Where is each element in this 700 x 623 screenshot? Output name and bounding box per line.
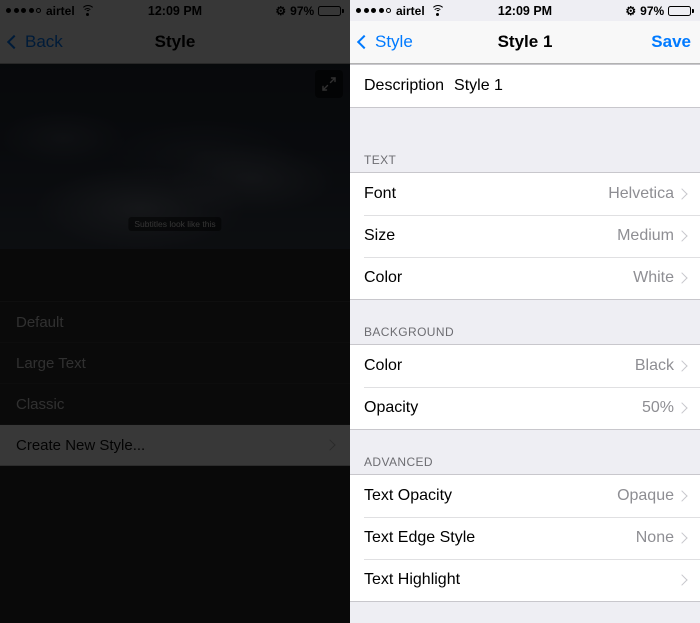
video-preview[interactable]: Subtitles look like this <box>0 64 350 249</box>
battery-icon <box>668 5 694 16</box>
row-font[interactable]: Font Helvetica <box>350 173 700 215</box>
style-list-item-default[interactable]: Default <box>0 302 350 343</box>
row-value: White <box>633 269 674 286</box>
bluetooth-icon: ⚙ <box>275 3 287 18</box>
style-list-item-classic[interactable]: Classic <box>0 384 350 425</box>
row-value: Opaque <box>617 487 674 504</box>
row-label: Text Highlight <box>364 571 461 588</box>
chevron-right-icon <box>676 532 688 544</box>
chevron-right-icon <box>676 230 688 242</box>
description-group: Description Style 1 <box>350 64 700 108</box>
save-button[interactable]: Save <box>651 32 691 52</box>
style-item-label: Large Text <box>16 354 86 372</box>
row-label: Text Edge Style <box>364 529 476 546</box>
expand-icon[interactable] <box>315 70 343 98</box>
row-text-edge-style[interactable]: Text Edge Style None <box>350 517 700 559</box>
expand-arrows-icon <box>322 77 336 91</box>
left-status-bar: airtel 12:09 PM ⚙ 97% <box>0 0 350 21</box>
left-status-right: ⚙ 97% <box>275 4 344 18</box>
style-list-item-create-new-style[interactable]: Create New Style... <box>0 425 350 466</box>
bluetooth-icon: ⚙ <box>625 3 637 18</box>
row-value: Black <box>634 357 674 374</box>
section-header-background: BACKGROUND <box>350 300 700 344</box>
chevron-left-icon <box>6 34 22 50</box>
row-label: Font <box>364 185 397 202</box>
row-label: Size <box>364 227 396 244</box>
right-phone-panel: airtel 12:09 PM ⚙ 97% Style Style 1 Save <box>350 0 700 623</box>
battery-percent-label: 97% <box>640 3 665 18</box>
row-value: Helvetica <box>608 185 674 202</box>
chevron-right-icon <box>676 574 688 586</box>
subtitle-preview-text: Subtitles look like this <box>128 217 222 231</box>
section-header-advanced: ADVANCED <box>350 430 700 474</box>
chevron-right-icon <box>676 402 688 414</box>
preview-spacer <box>0 249 350 301</box>
style-list: Default Large Text Classic Create New St… <box>0 301 350 466</box>
background-settings-group: Color Black Opacity 50% <box>350 344 700 430</box>
right-status-right: ⚙ 97% <box>625 4 694 18</box>
chevron-right-icon <box>676 360 688 372</box>
section-gap <box>350 108 700 128</box>
section-header-text: TEXT <box>350 128 700 172</box>
dual-phone-screenshot: airtel 12:09 PM ⚙ 97% Back Style Subtitl… <box>0 0 700 623</box>
back-button[interactable]: Back <box>6 32 63 52</box>
row-label: Text Opacity <box>364 487 453 504</box>
chevron-right-icon <box>324 439 336 451</box>
back-button[interactable]: Style <box>356 32 413 52</box>
row-label: Color <box>364 269 403 286</box>
description-input[interactable]: Style 1 <box>454 77 503 95</box>
chevron-left-icon <box>356 34 372 50</box>
back-button-label: Style <box>375 32 413 51</box>
row-background-opacity[interactable]: Opacity 50% <box>350 387 700 429</box>
text-settings-group: Font Helvetica Size Medium Color White <box>350 172 700 300</box>
row-background-color[interactable]: Color Black <box>350 345 700 387</box>
left-nav-bar: Back Style <box>0 21 350 64</box>
row-label: Color <box>364 357 403 374</box>
battery-icon <box>318 5 344 16</box>
description-row[interactable]: Description Style 1 <box>350 65 700 107</box>
chevron-right-icon <box>676 272 688 284</box>
left-phone-panel: airtel 12:09 PM ⚙ 97% Back Style Subtitl… <box>0 0 350 623</box>
row-text-highlight[interactable]: Text Highlight <box>350 559 700 601</box>
row-value: Medium <box>617 227 674 244</box>
row-text-color[interactable]: Color White <box>350 257 700 299</box>
battery-percent-label: 97% <box>290 3 315 18</box>
right-bottom-gap <box>350 602 700 623</box>
row-label: Opacity <box>364 399 419 416</box>
row-value: 50% <box>641 399 674 416</box>
style-item-label: Classic <box>16 395 65 413</box>
right-nav-bar: Style Style 1 Save <box>350 21 700 64</box>
description-label: Description <box>364 77 445 94</box>
right-status-bar: airtel 12:09 PM ⚙ 97% <box>350 0 700 21</box>
back-button-label: Back <box>25 32 63 51</box>
row-value: None <box>635 529 674 546</box>
chevron-right-icon <box>676 188 688 200</box>
style-list-item-large-text[interactable]: Large Text <box>0 343 350 384</box>
advanced-settings-group: Text Opacity Opaque Text Edge Style None… <box>350 474 700 602</box>
left-empty-area <box>0 466 350 623</box>
style-item-label: Create New Style... <box>16 436 146 454</box>
chevron-right-icon <box>676 490 688 502</box>
style-item-label: Default <box>16 313 64 331</box>
row-size[interactable]: Size Medium <box>350 215 700 257</box>
row-text-opacity[interactable]: Text Opacity Opaque <box>350 475 700 517</box>
